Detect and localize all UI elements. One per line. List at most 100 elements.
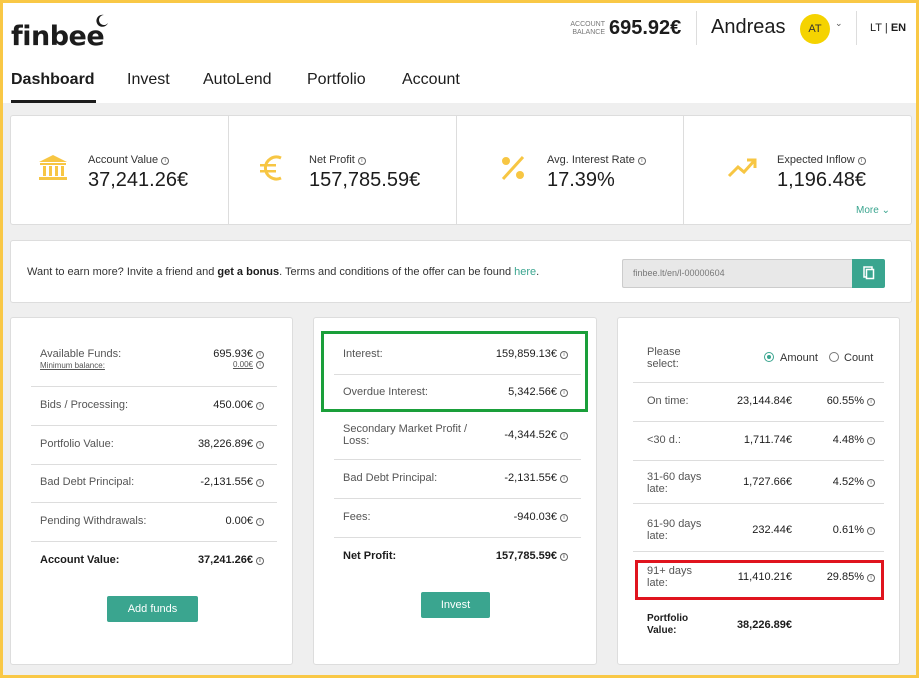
please-select-label: Please select: [647, 346, 681, 370]
user-name[interactable]: Andreas [711, 16, 786, 39]
status-label: <30 d.: [647, 434, 681, 446]
chevron-down-icon: ⌄ [881, 205, 890, 216]
lang-lt[interactable]: LT [870, 22, 882, 34]
tab-invest[interactable]: Invest [127, 71, 170, 89]
info-icon[interactable]: i [857, 157, 866, 165]
status-percent: 60.55% i [827, 395, 875, 407]
account-value-value: 37,241.26€ i [198, 554, 264, 566]
info-icon[interactable]: i [256, 361, 264, 369]
radio-amount-label[interactable]: Amount [780, 352, 818, 364]
info-icon[interactable]: i [867, 398, 875, 406]
portfolio-value-amount: 38,226.89€ [197, 438, 253, 450]
bad-debt-principal-amount: -2,131.55€ [200, 476, 253, 488]
info-icon[interactable]: i [256, 402, 264, 410]
profit-bad-debt-label: Bad Debt Principal: [343, 472, 438, 484]
info-icon[interactable]: i [637, 157, 646, 165]
portfolio-status-panel: Please select: Amount Count On time: 23,… [617, 317, 900, 665]
available-funds-amount: 695.93€ [213, 348, 253, 360]
secondary-market-amount: -4,344.52€ [504, 429, 557, 441]
row-divider [31, 502, 277, 503]
info-icon[interactable]: i [560, 553, 568, 561]
row-divider [633, 460, 884, 461]
minimum-balance-label[interactable]: Minimum balance: [40, 360, 105, 372]
row-divider [31, 464, 277, 465]
status-percent-value: 0.61% [832, 524, 864, 536]
status-label: 61-90 days late: [647, 518, 702, 542]
info-icon[interactable]: i [256, 518, 264, 526]
row-divider [31, 541, 277, 542]
stat-value: 17.39% [547, 169, 615, 191]
status-percent: 0.61% i [833, 524, 875, 536]
stat-avg-interest: Avg. Interest Rate i 17.39% [457, 116, 683, 224]
info-icon[interactable]: i [560, 475, 568, 483]
stat-label-text: Net Profit [309, 154, 355, 166]
copy-button[interactable] [852, 259, 885, 288]
row-divider [633, 421, 884, 422]
info-icon[interactable]: i [161, 157, 170, 165]
fees-label: Fees: [343, 511, 371, 523]
info-icon[interactable]: i [867, 479, 875, 487]
stat-account-value: Account Value i 37,241.26€ [11, 116, 228, 224]
add-funds-button[interactable]: Add funds [107, 596, 198, 622]
avatar[interactable]: AT [800, 14, 830, 44]
referral-url-field[interactable]: finbee.lt/en/l-00000604 [622, 259, 852, 288]
info-icon[interactable]: i [256, 479, 264, 487]
euro-icon [260, 155, 282, 181]
stat-value: 157,785.59€ [309, 169, 421, 191]
finbee-logo[interactable]: finbee [11, 21, 105, 52]
fees-value: -940.03€ i [514, 511, 568, 523]
info-icon[interactable]: i [256, 351, 264, 359]
info-icon[interactable]: i [560, 514, 568, 522]
status-label: 31-60 days late: [647, 471, 702, 495]
stats-bar: Account Value i 37,241.26€ Net Profit i 15… [10, 115, 912, 225]
status-percent-value: 60.55% [826, 395, 864, 407]
profit-panel: Interest: 159,859.13€ i Overdue Interest:… [313, 317, 597, 665]
invest-button[interactable]: Invest [421, 592, 490, 618]
main-nav: Dashboard Invest AutoLend Portfolio Acco… [3, 63, 916, 103]
app-frame: finbee ACCOUNT BALANCE 695.92€ Andreas A… [3, 3, 916, 675]
available-funds-value: 695.93€ i [213, 348, 264, 360]
secondary-market-value: -4,344.52€ i [504, 429, 568, 441]
fees-amount: -940.03€ [513, 511, 557, 523]
info-icon[interactable]: i [560, 432, 568, 440]
available-funds-label: Available Funds: [40, 348, 122, 360]
row-divider [31, 425, 277, 426]
copy-icon [863, 266, 875, 280]
tab-portfolio[interactable]: Portfolio [307, 71, 366, 89]
stat-label: Net Profit i [309, 154, 366, 166]
status-percent: 4.48% i [833, 434, 875, 446]
language-switcher: LT | EN [870, 22, 906, 34]
chevron-down-icon[interactable]: ⌄ [835, 18, 843, 29]
status-amount: 232.44€ [752, 524, 792, 536]
pending-withdrawals-label: Pending Withdrawals: [40, 515, 147, 527]
tab-account[interactable]: Account [402, 71, 460, 89]
info-icon[interactable]: i [256, 441, 264, 449]
info-icon[interactable]: i [867, 527, 875, 535]
lang-en[interactable]: EN [891, 22, 906, 34]
green-highlight-box [321, 331, 588, 412]
radio-amount[interactable] [764, 352, 774, 362]
more-link[interactable]: More ⌄ [856, 205, 890, 216]
radio-count[interactable] [829, 352, 839, 362]
info-icon[interactable]: i [256, 557, 264, 565]
bids-processing-amount: 450.00€ [213, 399, 253, 411]
moon-icon [96, 14, 108, 27]
info-icon[interactable]: i [867, 437, 875, 445]
referral-terms-link[interactable]: here [514, 266, 536, 278]
info-icon[interactable]: i [357, 157, 366, 165]
tab-dashboard[interactable]: Dashboard [11, 71, 95, 89]
stat-label: Avg. Interest Rate i [547, 154, 646, 166]
portfolio-value-value: 38,226.89€ i [198, 438, 264, 450]
balance-label-line2: BALANCE [572, 29, 605, 36]
tab-autolend[interactable]: AutoLend [203, 71, 272, 89]
referral-text-3: . [536, 266, 540, 278]
percent-icon [501, 155, 525, 181]
stat-value: 37,241.26€ [88, 169, 189, 191]
stat-label-text: Expected Inflow [777, 154, 855, 166]
radio-count-label[interactable]: Count [844, 352, 873, 364]
row-divider [633, 551, 884, 552]
referral-text-1: Want to earn more? Invite a friend and [27, 266, 218, 278]
stat-net-profit: Net Profit i 157,785.59€ [229, 116, 456, 224]
profit-bad-debt-value: -2,131.55€ i [504, 472, 568, 484]
referral-text: Want to earn more? Invite a friend and g… [27, 266, 539, 278]
